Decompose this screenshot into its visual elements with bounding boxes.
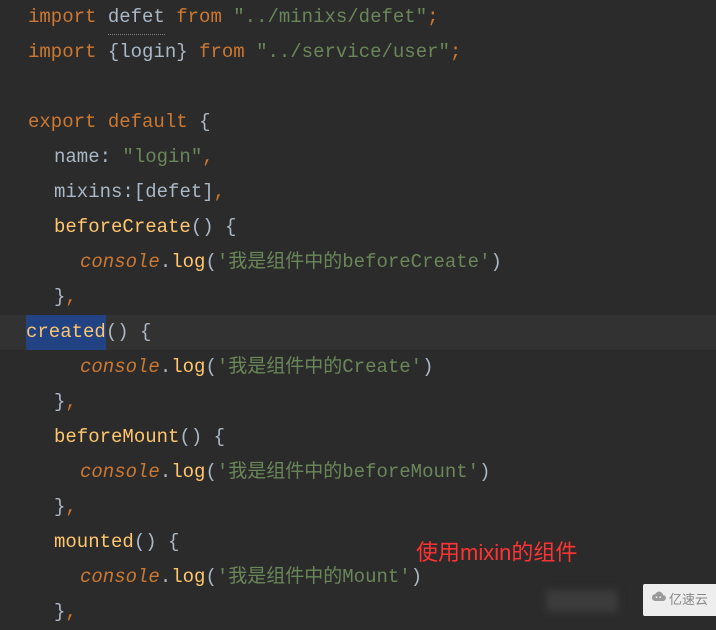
string-literal: '我是组件中的beforeMount' bbox=[217, 455, 479, 490]
method-beforeCreate: beforeCreate bbox=[54, 210, 191, 245]
string-literal: '我是组件中的beforeCreate' bbox=[217, 245, 491, 280]
comma: , bbox=[214, 175, 225, 210]
code-line: mixins:[defet], bbox=[28, 175, 716, 210]
code-line: console.log('我是组件中的beforeCreate') bbox=[28, 245, 716, 280]
parens: () bbox=[106, 315, 129, 350]
comma: , bbox=[65, 385, 76, 420]
code-line: export default { bbox=[28, 105, 716, 140]
code-line: import defet from "../minixs/defet"; bbox=[28, 0, 716, 35]
comma: , bbox=[65, 595, 76, 630]
brace-open: { bbox=[168, 525, 179, 560]
code-line: }, bbox=[28, 490, 716, 525]
annotation-text: 使用mixin的组件 bbox=[416, 533, 577, 573]
code-line: beforeCreate() { bbox=[28, 210, 716, 245]
empty-line bbox=[28, 70, 716, 105]
code-line-highlighted: created() { bbox=[0, 315, 716, 350]
watermark-badge: 亿速云 bbox=[643, 584, 716, 616]
parens: () bbox=[191, 210, 214, 245]
prop-name: name bbox=[54, 140, 100, 175]
brace-open: { bbox=[199, 105, 210, 140]
method-log: log bbox=[171, 455, 205, 490]
console-object: console bbox=[80, 560, 160, 595]
watermark-text: 亿速云 bbox=[669, 588, 708, 612]
bracket-open: [ bbox=[134, 175, 145, 210]
code-line: console.log('我是组件中的Create') bbox=[28, 350, 716, 385]
keyword-default: default bbox=[108, 105, 188, 140]
brace-open: { bbox=[108, 35, 119, 70]
console-object: console bbox=[80, 350, 160, 385]
prop-mixins: mixins bbox=[54, 175, 122, 210]
method-log: log bbox=[171, 560, 205, 595]
keyword-export: export bbox=[28, 105, 96, 140]
comma: , bbox=[65, 490, 76, 525]
method-created-selected: created bbox=[26, 315, 106, 350]
string-literal: '我是组件中的Mount' bbox=[217, 560, 411, 595]
string-literal: "../service/user" bbox=[256, 35, 450, 70]
keyword-import: import bbox=[28, 0, 96, 35]
blur-overlay bbox=[546, 590, 618, 612]
brace-close: } bbox=[54, 280, 65, 315]
semicolon: ; bbox=[427, 0, 438, 35]
method-mounted: mounted bbox=[54, 525, 134, 560]
identifier-defet: defet bbox=[145, 175, 202, 210]
code-editor[interactable]: import defet from "../minixs/defet"; imp… bbox=[0, 0, 716, 630]
identifier-defet: defet bbox=[108, 0, 165, 35]
code-line: }, bbox=[28, 280, 716, 315]
comma: , bbox=[202, 140, 213, 175]
brace-close: } bbox=[54, 385, 65, 420]
code-line: mounted() { bbox=[28, 525, 716, 560]
string-literal: '我是组件中的Create' bbox=[217, 350, 422, 385]
keyword-from: from bbox=[176, 0, 222, 35]
brace-open: { bbox=[225, 210, 236, 245]
semicolon: ; bbox=[450, 35, 461, 70]
parens: () bbox=[134, 525, 157, 560]
console-object: console bbox=[80, 245, 160, 280]
code-line: beforeMount() { bbox=[28, 420, 716, 455]
method-beforeMount: beforeMount bbox=[54, 420, 179, 455]
brace-open: { bbox=[140, 315, 151, 350]
brace-open: { bbox=[214, 420, 225, 455]
code-line: name: "login", bbox=[28, 140, 716, 175]
method-log: log bbox=[171, 245, 205, 280]
cloud-icon bbox=[649, 588, 667, 602]
brace-close: } bbox=[54, 490, 65, 525]
string-literal: "../minixs/defet" bbox=[233, 0, 427, 35]
console-object: console bbox=[80, 455, 160, 490]
brace-close: } bbox=[54, 595, 65, 630]
keyword-from: from bbox=[199, 35, 245, 70]
code-line: import {login} from "../service/user"; bbox=[28, 35, 716, 70]
identifier-login: login bbox=[119, 35, 176, 70]
method-log: log bbox=[171, 350, 205, 385]
brace-close: } bbox=[176, 35, 187, 70]
parens: () bbox=[179, 420, 202, 455]
keyword-import: import bbox=[28, 35, 96, 70]
comma: , bbox=[65, 280, 76, 315]
code-line: console.log('我是组件中的beforeMount') bbox=[28, 455, 716, 490]
string-literal: "login" bbox=[122, 140, 202, 175]
code-line: }, bbox=[28, 385, 716, 420]
bracket-close: ] bbox=[202, 175, 213, 210]
